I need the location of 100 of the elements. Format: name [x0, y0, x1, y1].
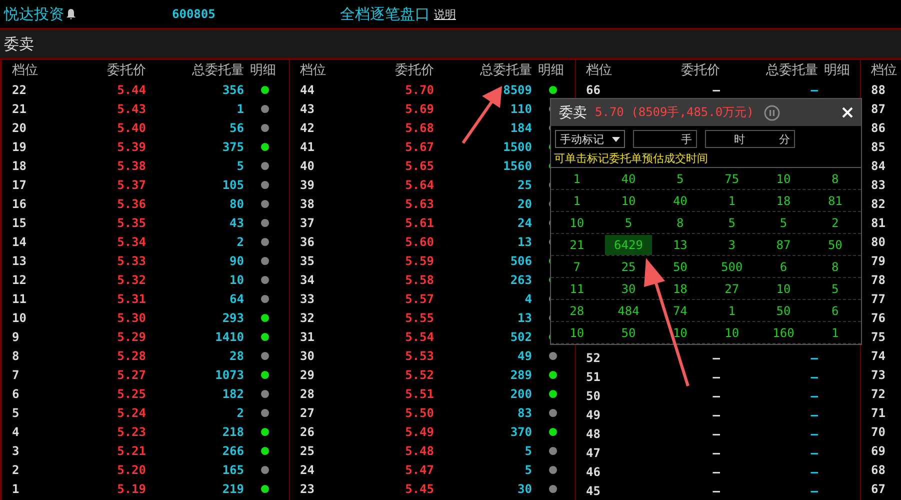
- detail-dot[interactable]: [261, 446, 269, 454]
- volume-cell-text: 64: [228, 292, 244, 306]
- detail-dot[interactable]: [261, 142, 269, 150]
- order-cell[interactable]: 10: [568, 216, 586, 230]
- order-cell[interactable]: 50: [672, 260, 688, 274]
- order-cell[interactable]: 81: [826, 194, 844, 208]
- order-cell[interactable]: 484: [616, 304, 640, 318]
- order-cell[interactable]: 5: [624, 216, 634, 230]
- order-cell[interactable]: 1: [830, 326, 840, 340]
- detail-dot[interactable]: [261, 408, 269, 416]
- detail-dot[interactable]: [261, 256, 269, 264]
- column-header: 明细: [249, 62, 277, 79]
- tier-cell-text: 14: [12, 234, 28, 248]
- detail-dot[interactable]: [261, 238, 269, 246]
- order-cell[interactable]: 2: [830, 216, 840, 230]
- detail-dot[interactable]: [549, 370, 557, 378]
- order-cell[interactable]: 50: [826, 238, 844, 252]
- order-cell[interactable]: 5: [778, 216, 788, 230]
- order-cell[interactable]: 10: [775, 172, 792, 186]
- order-cell[interactable]: 75: [724, 172, 740, 186]
- volume-cell-text: 56: [228, 120, 244, 134]
- order-cell[interactable]: 1: [572, 194, 582, 208]
- help-link[interactable]: 说明: [434, 6, 456, 22]
- detail-dot[interactable]: [549, 86, 557, 94]
- order-cell[interactable]: 1: [572, 172, 582, 186]
- volume-cell-text: 184: [509, 120, 532, 134]
- order-cell[interactable]: 5: [676, 172, 685, 186]
- order-cell[interactable]: 27: [724, 282, 740, 296]
- order-cell[interactable]: 18: [775, 194, 792, 208]
- detail-dot[interactable]: [261, 352, 269, 360]
- detail-dot[interactable]: [549, 466, 557, 474]
- detail-dot[interactable]: [261, 276, 269, 284]
- order-cell[interactable]: 74: [672, 304, 688, 318]
- close-icon[interactable]: [842, 107, 853, 118]
- order-cell[interactable]: 10: [672, 326, 688, 340]
- order-cell[interactable]: 500: [720, 260, 744, 274]
- order-cell[interactable]: 50: [775, 304, 792, 318]
- detail-dot[interactable]: [261, 218, 269, 226]
- order-cell[interactable]: 3: [727, 238, 736, 252]
- order-cell[interactable]: 5: [727, 216, 736, 230]
- detail-dot[interactable]: [261, 294, 269, 302]
- detail-dot[interactable]: [261, 428, 269, 436]
- detail-dot[interactable]: [261, 104, 269, 112]
- mark-mode-dropdown[interactable]: 手动标记: [555, 130, 625, 148]
- order-cell[interactable]: 11: [568, 282, 586, 296]
- order-cell[interactable]: 10: [724, 326, 740, 340]
- lots-field[interactable]: 手: [633, 130, 697, 148]
- order-cell[interactable]: 21: [568, 238, 586, 252]
- order-cell[interactable]: 5: [830, 282, 840, 296]
- price-cell-text: 5.30: [116, 310, 146, 324]
- detail-dot[interactable]: [261, 180, 269, 188]
- order-cell[interactable]: 10: [775, 282, 792, 296]
- detail-dot[interactable]: [549, 352, 557, 360]
- detail-dot[interactable]: [261, 86, 269, 94]
- order-cell[interactable]: 1: [727, 304, 736, 318]
- order-cell[interactable]: 10: [620, 194, 637, 208]
- detail-dot[interactable]: [261, 124, 269, 132]
- order-cell[interactable]: 6: [830, 304, 840, 318]
- time-field[interactable]: 时 分: [705, 130, 795, 148]
- order-cell[interactable]: 30: [620, 282, 637, 296]
- detail-dot[interactable]: [261, 390, 269, 398]
- detail-dot[interactable]: [549, 484, 557, 492]
- volume-cell-text: —: [810, 446, 818, 460]
- order-cell[interactable]: 1: [727, 194, 736, 208]
- order-cell[interactable]: 18: [672, 282, 688, 296]
- detail-dot[interactable]: [261, 484, 269, 492]
- tier-cell-text: 86: [871, 120, 886, 134]
- detail-dot[interactable]: [261, 162, 269, 170]
- pause-icon[interactable]: [764, 104, 780, 120]
- detail-dot[interactable]: [549, 408, 557, 416]
- order-cell[interactable]: 7: [572, 260, 582, 274]
- column-header: 档位: [871, 62, 898, 79]
- detail-dot[interactable]: [261, 314, 269, 322]
- detail-dot[interactable]: [261, 370, 269, 378]
- order-cell[interactable]: 8: [830, 260, 840, 274]
- order-cell[interactable]: 50: [620, 326, 637, 340]
- detail-dot[interactable]: [549, 428, 557, 436]
- order-cell[interactable]: 13: [672, 238, 688, 252]
- price-cell-text: 5.53: [404, 348, 434, 362]
- tier-cell-text: 83: [871, 178, 886, 192]
- order-cell[interactable]: 25: [620, 260, 637, 274]
- price-cell-text: 5.24: [116, 406, 146, 420]
- order-cell[interactable]: 6429: [605, 234, 652, 254]
- bell-icon[interactable]: [65, 8, 77, 20]
- order-cell[interactable]: 28: [568, 304, 586, 318]
- order-cell[interactable]: 10: [568, 326, 586, 340]
- order-cell[interactable]: 40: [620, 172, 637, 186]
- order-cell[interactable]: 160: [772, 326, 796, 340]
- detail-dot[interactable]: [261, 200, 269, 208]
- order-cell[interactable]: 8: [676, 216, 685, 230]
- order-cell[interactable]: 6: [778, 260, 788, 274]
- order-cell[interactable]: 8: [830, 172, 840, 186]
- detail-dot[interactable]: [261, 466, 269, 474]
- order-cell[interactable]: 40: [672, 194, 688, 208]
- detail-dot[interactable]: [261, 332, 269, 340]
- detail-dot[interactable]: [549, 446, 557, 454]
- volume-cell-text: 219: [221, 482, 244, 496]
- detail-dot[interactable]: [549, 390, 557, 398]
- order-cell[interactable]: 87: [775, 238, 792, 252]
- tier-cell-text: 16: [12, 196, 28, 210]
